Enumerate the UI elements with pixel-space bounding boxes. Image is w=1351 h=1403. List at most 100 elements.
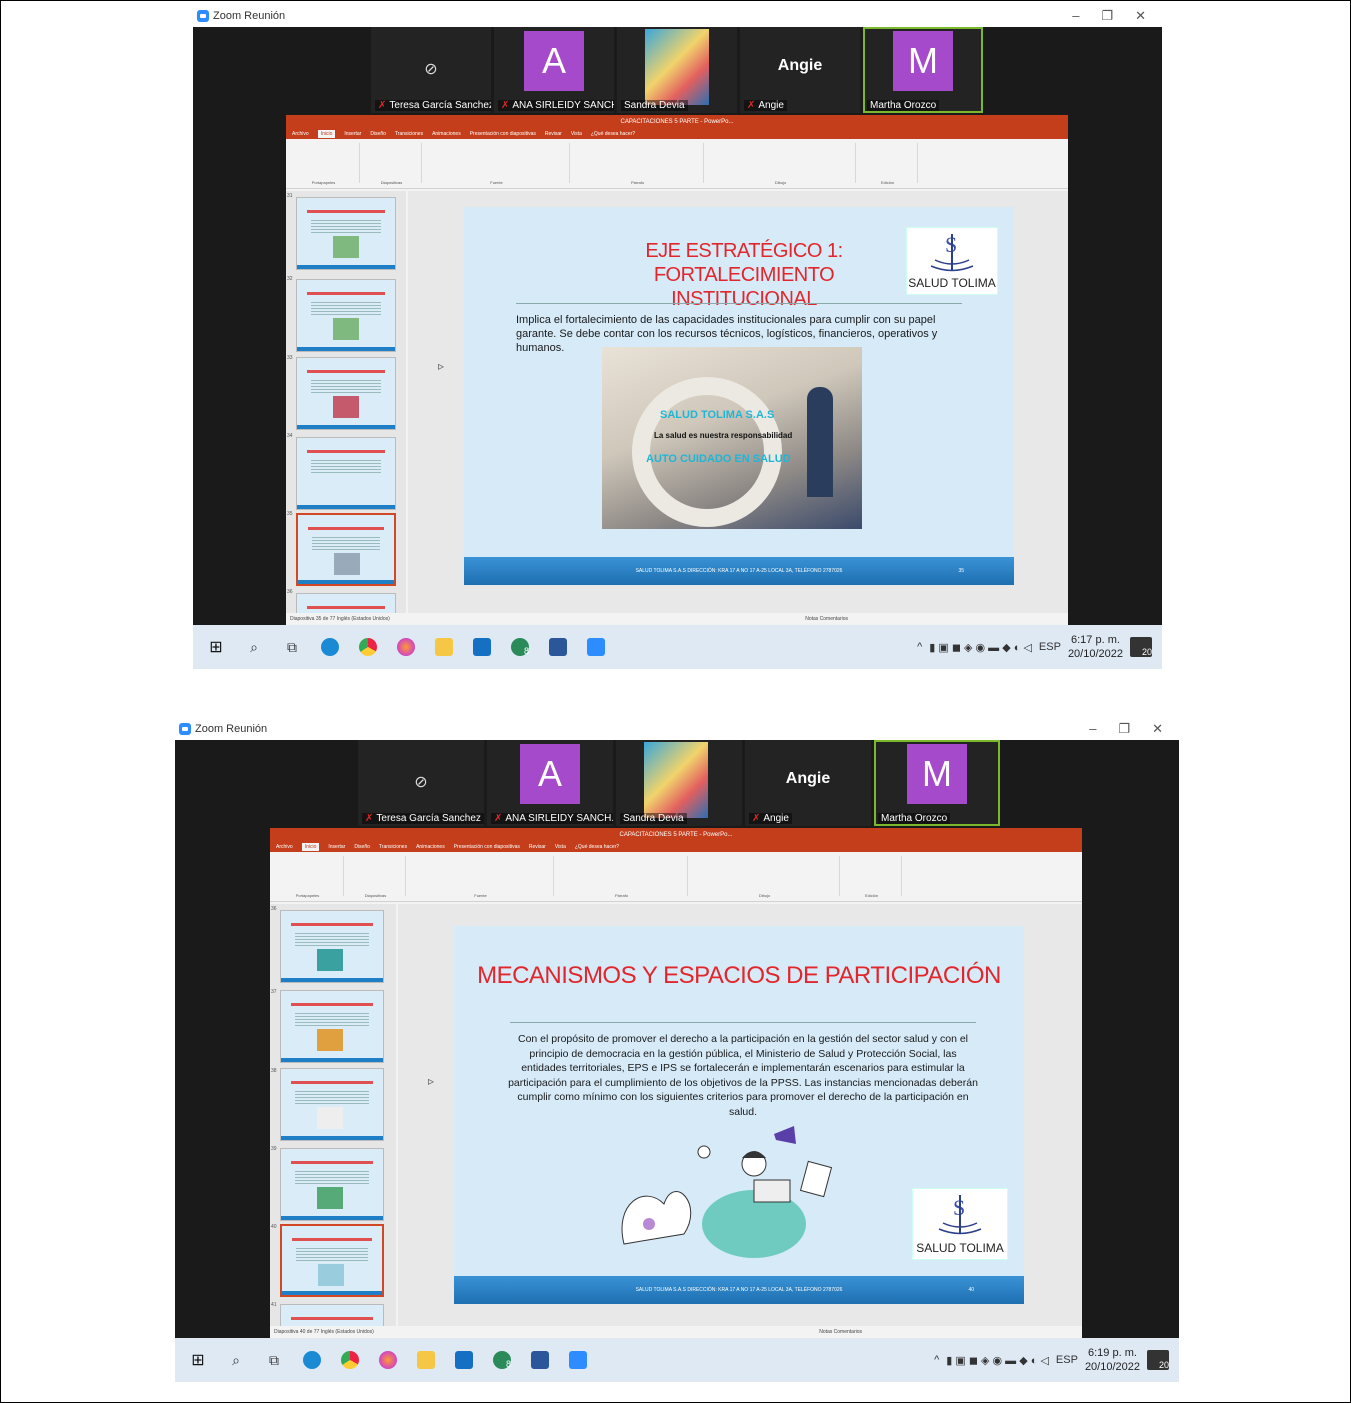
clock[interactable]: 6:17 p. m. 20/10/2022	[1068, 633, 1123, 661]
participant-tile-active[interactable]: M Martha Orozco	[863, 27, 983, 113]
close-icon[interactable]: ✕	[1135, 8, 1146, 24]
notifications-icon[interactable]: 20	[1130, 637, 1152, 657]
search-icon[interactable]: ⌕	[225, 1349, 247, 1371]
close-icon[interactable]: ✕	[1152, 721, 1163, 737]
slide-number: 40	[968, 1287, 974, 1293]
slide-thumbnail[interactable]	[280, 990, 384, 1063]
slide-thumbnail[interactable]	[280, 1148, 384, 1221]
ppt-ribbon-tabs: Archivo Inicio Insertar Diseño Transicio…	[286, 128, 1068, 139]
tell-me-box[interactable]: ¿Qué desea hacer?	[575, 844, 619, 850]
participant-tile[interactable]: Angie ✗ Angie	[745, 740, 871, 826]
tab-vista[interactable]: Vista	[571, 131, 582, 137]
minimize-icon[interactable]: –	[1072, 8, 1079, 24]
participant-name: Martha Orozco	[870, 100, 937, 111]
tell-me-box[interactable]: ¿Qué desea hacer?	[591, 131, 635, 137]
participant-tile[interactable]: ⊘ ✗ Teresa García Sanchez	[371, 27, 491, 113]
windows-start-icon[interactable]: ⊞	[187, 1349, 209, 1371]
ribbon-group[interactable]: Párrafo	[572, 143, 704, 185]
tab-vista[interactable]: Vista	[555, 844, 566, 850]
ribbon-group[interactable]: Diapositivas	[362, 143, 422, 185]
slide-thumbnail[interactable]	[296, 357, 396, 430]
ribbon-group[interactable]: Diapositivas	[346, 856, 406, 898]
slide[interactable]: EJE ESTRATÉGICO 1: FORTALECIMIENTO INSTI…	[464, 207, 1014, 585]
ribbon-group[interactable]: Portapapeles	[288, 143, 360, 185]
language-indicator[interactable]: ESP	[1056, 1354, 1078, 1366]
windows-taskbar: ⊞ ⌕ ⧉ 8 ^ ▮ ▣ ◼ ◈ ◉ ▬ ◆ ◐ ◁ ESP 6:19 p. …	[175, 1338, 1179, 1382]
participant-tile-active[interactable]: M Martha Orozco	[874, 740, 1000, 826]
tab-insertar[interactable]: Insertar	[328, 844, 345, 850]
tab-inicio[interactable]: Inicio	[301, 842, 320, 851]
word-icon[interactable]	[529, 1349, 551, 1371]
tab-presentacion[interactable]: Presentación con diapositivas	[470, 131, 536, 137]
tray-icons[interactable]: ▮ ▣ ◼ ◈ ◉ ▬ ◆ ◐ ◁	[946, 1354, 1049, 1367]
slide-thumbnail[interactable]	[280, 1068, 384, 1141]
ribbon-group[interactable]: Fuente	[408, 856, 554, 898]
language-indicator[interactable]: ESP	[1039, 641, 1061, 653]
tab-revisar[interactable]: Revisar	[545, 131, 562, 137]
minimize-icon[interactable]: –	[1089, 721, 1096, 737]
ribbon-group[interactable]: Edición	[842, 856, 902, 898]
zoom-icon[interactable]	[585, 636, 607, 658]
file-explorer-icon[interactable]	[433, 636, 455, 658]
tab-presentacion[interactable]: Presentación con diapositivas	[454, 844, 520, 850]
tab-insertar[interactable]: Insertar	[344, 131, 361, 137]
outlook-icon[interactable]: 8	[509, 636, 531, 658]
camera-off-icon: ⊘	[414, 774, 428, 791]
edge-icon[interactable]	[301, 1349, 323, 1371]
ribbon-group[interactable]: Edición	[858, 143, 918, 185]
slide-editor-canvas: ▹ EJE ESTRATÉGICO 1: FORTALECIMIENTO INS…	[408, 191, 1068, 613]
file-explorer-icon[interactable]	[415, 1349, 437, 1371]
zoom-icon[interactable]	[567, 1349, 589, 1371]
word-icon[interactable]	[547, 636, 569, 658]
edge-icon[interactable]	[319, 636, 341, 658]
ribbon-group[interactable]: Portapapeles	[272, 856, 344, 898]
outlook-icon[interactable]: 8	[491, 1349, 513, 1371]
search-icon[interactable]: ⌕	[243, 636, 265, 658]
tab-diseno[interactable]: Diseño	[370, 131, 386, 137]
restore-icon[interactable]: ❐	[1118, 721, 1130, 737]
firefox-icon[interactable]	[395, 636, 417, 658]
participant-tile[interactable]: ⊘ ✗ Teresa García Sanchez	[358, 740, 484, 826]
slide-thumbnail[interactable]	[296, 197, 396, 270]
participant-tile[interactable]: Sandra Devia	[616, 740, 742, 826]
slide-thumbnail-selected[interactable]	[280, 1224, 384, 1297]
slide-thumbnail[interactable]	[280, 910, 384, 983]
participant-tile[interactable]: A ✗ANA SIRLEIDY SANCH...	[487, 740, 613, 826]
participant-tile[interactable]: Sandra Devia	[617, 27, 737, 113]
tab-animaciones[interactable]: Animaciones	[416, 844, 445, 850]
ribbon-group[interactable]: Dibujo	[690, 856, 840, 898]
participant-tile[interactable]: Angie ✗ Angie	[740, 27, 860, 113]
clock[interactable]: 6:19 p. m. 20/10/2022	[1085, 1346, 1140, 1374]
tab-diseno[interactable]: Diseño	[354, 844, 370, 850]
tab-inicio[interactable]: Inicio	[317, 129, 336, 138]
chevron-up-icon[interactable]: ^	[917, 641, 922, 653]
tab-transiciones[interactable]: Transiciones	[379, 844, 407, 850]
chrome-icon[interactable]	[357, 636, 379, 658]
ribbon-group[interactable]: Párrafo	[556, 856, 688, 898]
task-view-icon[interactable]: ⧉	[281, 636, 303, 658]
slide-thumbnail[interactable]	[296, 437, 396, 510]
tab-revisar[interactable]: Revisar	[529, 844, 546, 850]
mail-icon[interactable]	[453, 1349, 475, 1371]
ribbon-group[interactable]: Dibujo	[706, 143, 856, 185]
ribbon-group[interactable]: Fuente	[424, 143, 570, 185]
tab-archivo[interactable]: Archivo	[276, 844, 293, 850]
chrome-icon[interactable]	[339, 1349, 361, 1371]
windows-start-icon[interactable]: ⊞	[205, 636, 227, 658]
tray-icons[interactable]: ▮ ▣ ◼ ◈ ◉ ▬ ◆ ◐ ◁	[929, 641, 1032, 654]
task-view-icon[interactable]: ⧉	[263, 1349, 285, 1371]
chevron-up-icon[interactable]: ^	[934, 1354, 939, 1366]
notifications-icon[interactable]: 20	[1147, 1350, 1169, 1370]
slide-thumbnail[interactable]	[296, 279, 396, 352]
tab-archivo[interactable]: Archivo	[292, 131, 309, 137]
tab-transiciones[interactable]: Transiciones	[395, 131, 423, 137]
tab-animaciones[interactable]: Animaciones	[432, 131, 461, 137]
participant-tile[interactable]: A ✗ANA SIRLEIDY SANCH...	[494, 27, 614, 113]
mail-icon[interactable]	[471, 636, 493, 658]
slide[interactable]: MECANISMOS Y ESPACIOS DE PARTICIPACIÓN C…	[454, 926, 1024, 1304]
firefox-icon[interactable]	[377, 1349, 399, 1371]
mouse-cursor-icon: ▹	[438, 359, 445, 373]
slide-thumbnail-selected[interactable]	[296, 513, 396, 586]
slide-thumbnails-pane: 31 32 33 34 35 36	[286, 191, 406, 625]
restore-icon[interactable]: ❐	[1101, 8, 1113, 24]
